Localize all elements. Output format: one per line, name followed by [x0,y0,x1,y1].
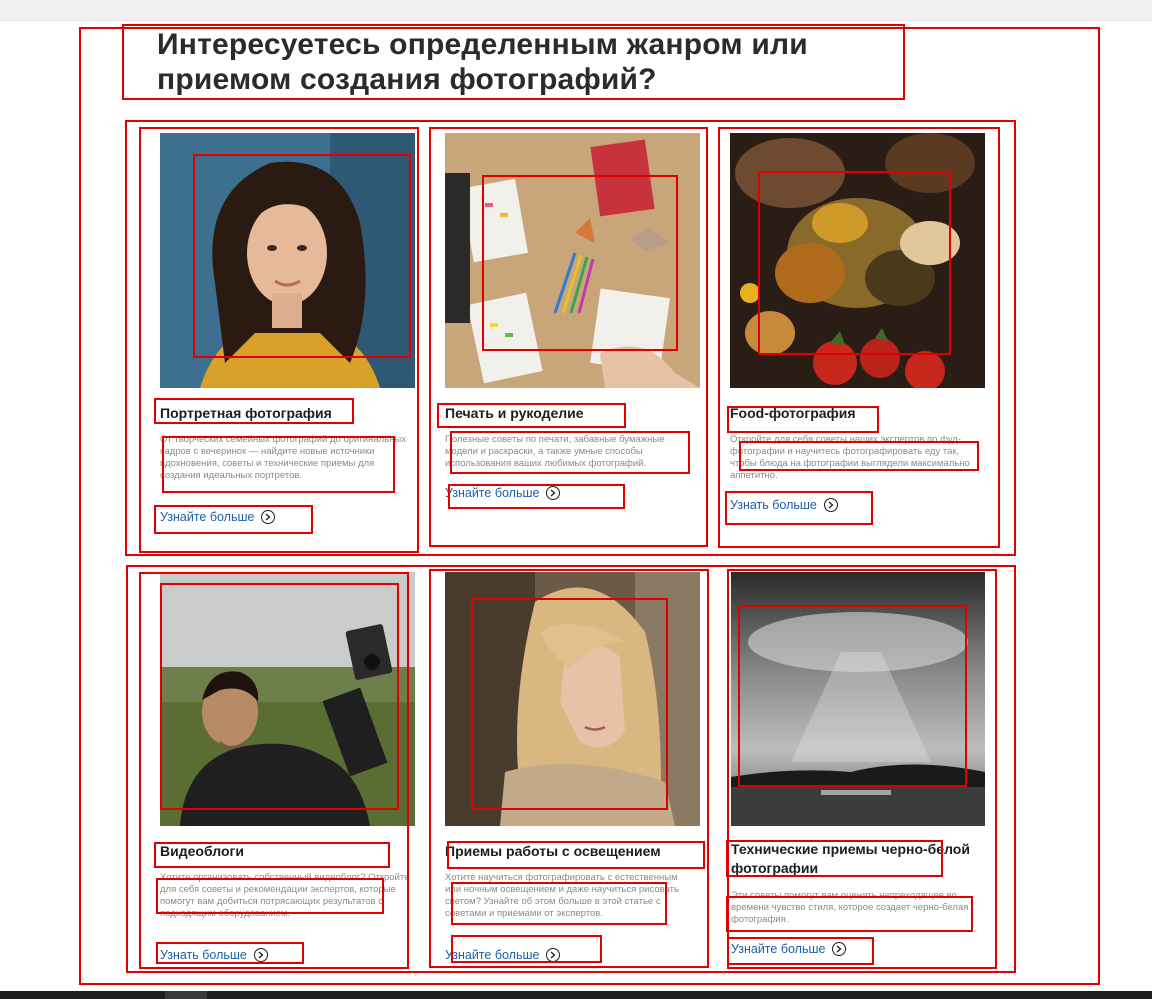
card-description: Хотите научиться фотографировать с естес… [445,872,679,919]
learn-more-label: Узнать больше [730,498,817,512]
card-description: От творческих семейных фотографий до ори… [160,434,406,481]
card-description: Полезные советы по печати, забавные бума… [445,434,665,469]
browser-top-bar [0,0,1152,21]
card-title: Приемы работы с освещением [445,843,661,859]
card-image-crafts[interactable] [445,133,700,388]
card-description: Хотите организовать собственный видеобло… [160,872,410,919]
card-title: Печать и рукоделие [445,405,584,421]
card-description: Эти советы помогут вам оценить непреходя… [731,890,969,925]
chevron-right-icon [823,498,838,512]
card-title: Портретная фотография [160,405,332,421]
learn-more-link[interactable]: Узнайте больше [445,486,561,500]
learn-more-label: Узнайте больше [445,948,540,962]
card-image-portrait[interactable] [160,133,415,388]
card-description: Откройте для себя советы наших экспертов… [730,434,970,481]
card-image-vlogs[interactable] [160,572,415,826]
chevron-right-icon [253,948,268,962]
page-title-line-1: Интересуетесь определенным жанром или [157,28,808,61]
chevron-right-icon [261,510,276,524]
taskbar-item[interactable] [165,991,207,999]
card-title: Технические приемы черно-белой фотографи… [731,841,970,876]
chevron-right-icon [832,942,847,956]
chevron-right-icon [546,948,561,962]
page-title-line-2: приемом создания фотографий? [157,63,657,96]
learn-more-link[interactable]: Узнайте больше [160,510,276,524]
card-title: Food-фотография [730,405,856,421]
learn-more-label: Узнайте больше [731,942,826,956]
learn-more-label: Узнайте больше [445,486,540,500]
page-title: Интересуетесь определенным жанром или пр… [157,27,917,97]
learn-more-link[interactable]: Узнать больше [160,948,268,962]
card-image-food[interactable] [730,133,985,388]
card-image-lighting[interactable] [445,572,700,826]
learn-more-link[interactable]: Узнайте больше [445,948,561,962]
chevron-right-icon [546,486,561,500]
learn-more-label: Узнать больше [160,948,247,962]
learn-more-link[interactable]: Узнать больше [730,498,838,512]
learn-more-link[interactable]: Узнайте больше [731,942,847,956]
card-title: Видеоблоги [160,843,244,859]
card-image-black-white[interactable] [731,572,986,826]
taskbar [0,991,1152,999]
learn-more-label: Узнайте больше [160,510,255,524]
